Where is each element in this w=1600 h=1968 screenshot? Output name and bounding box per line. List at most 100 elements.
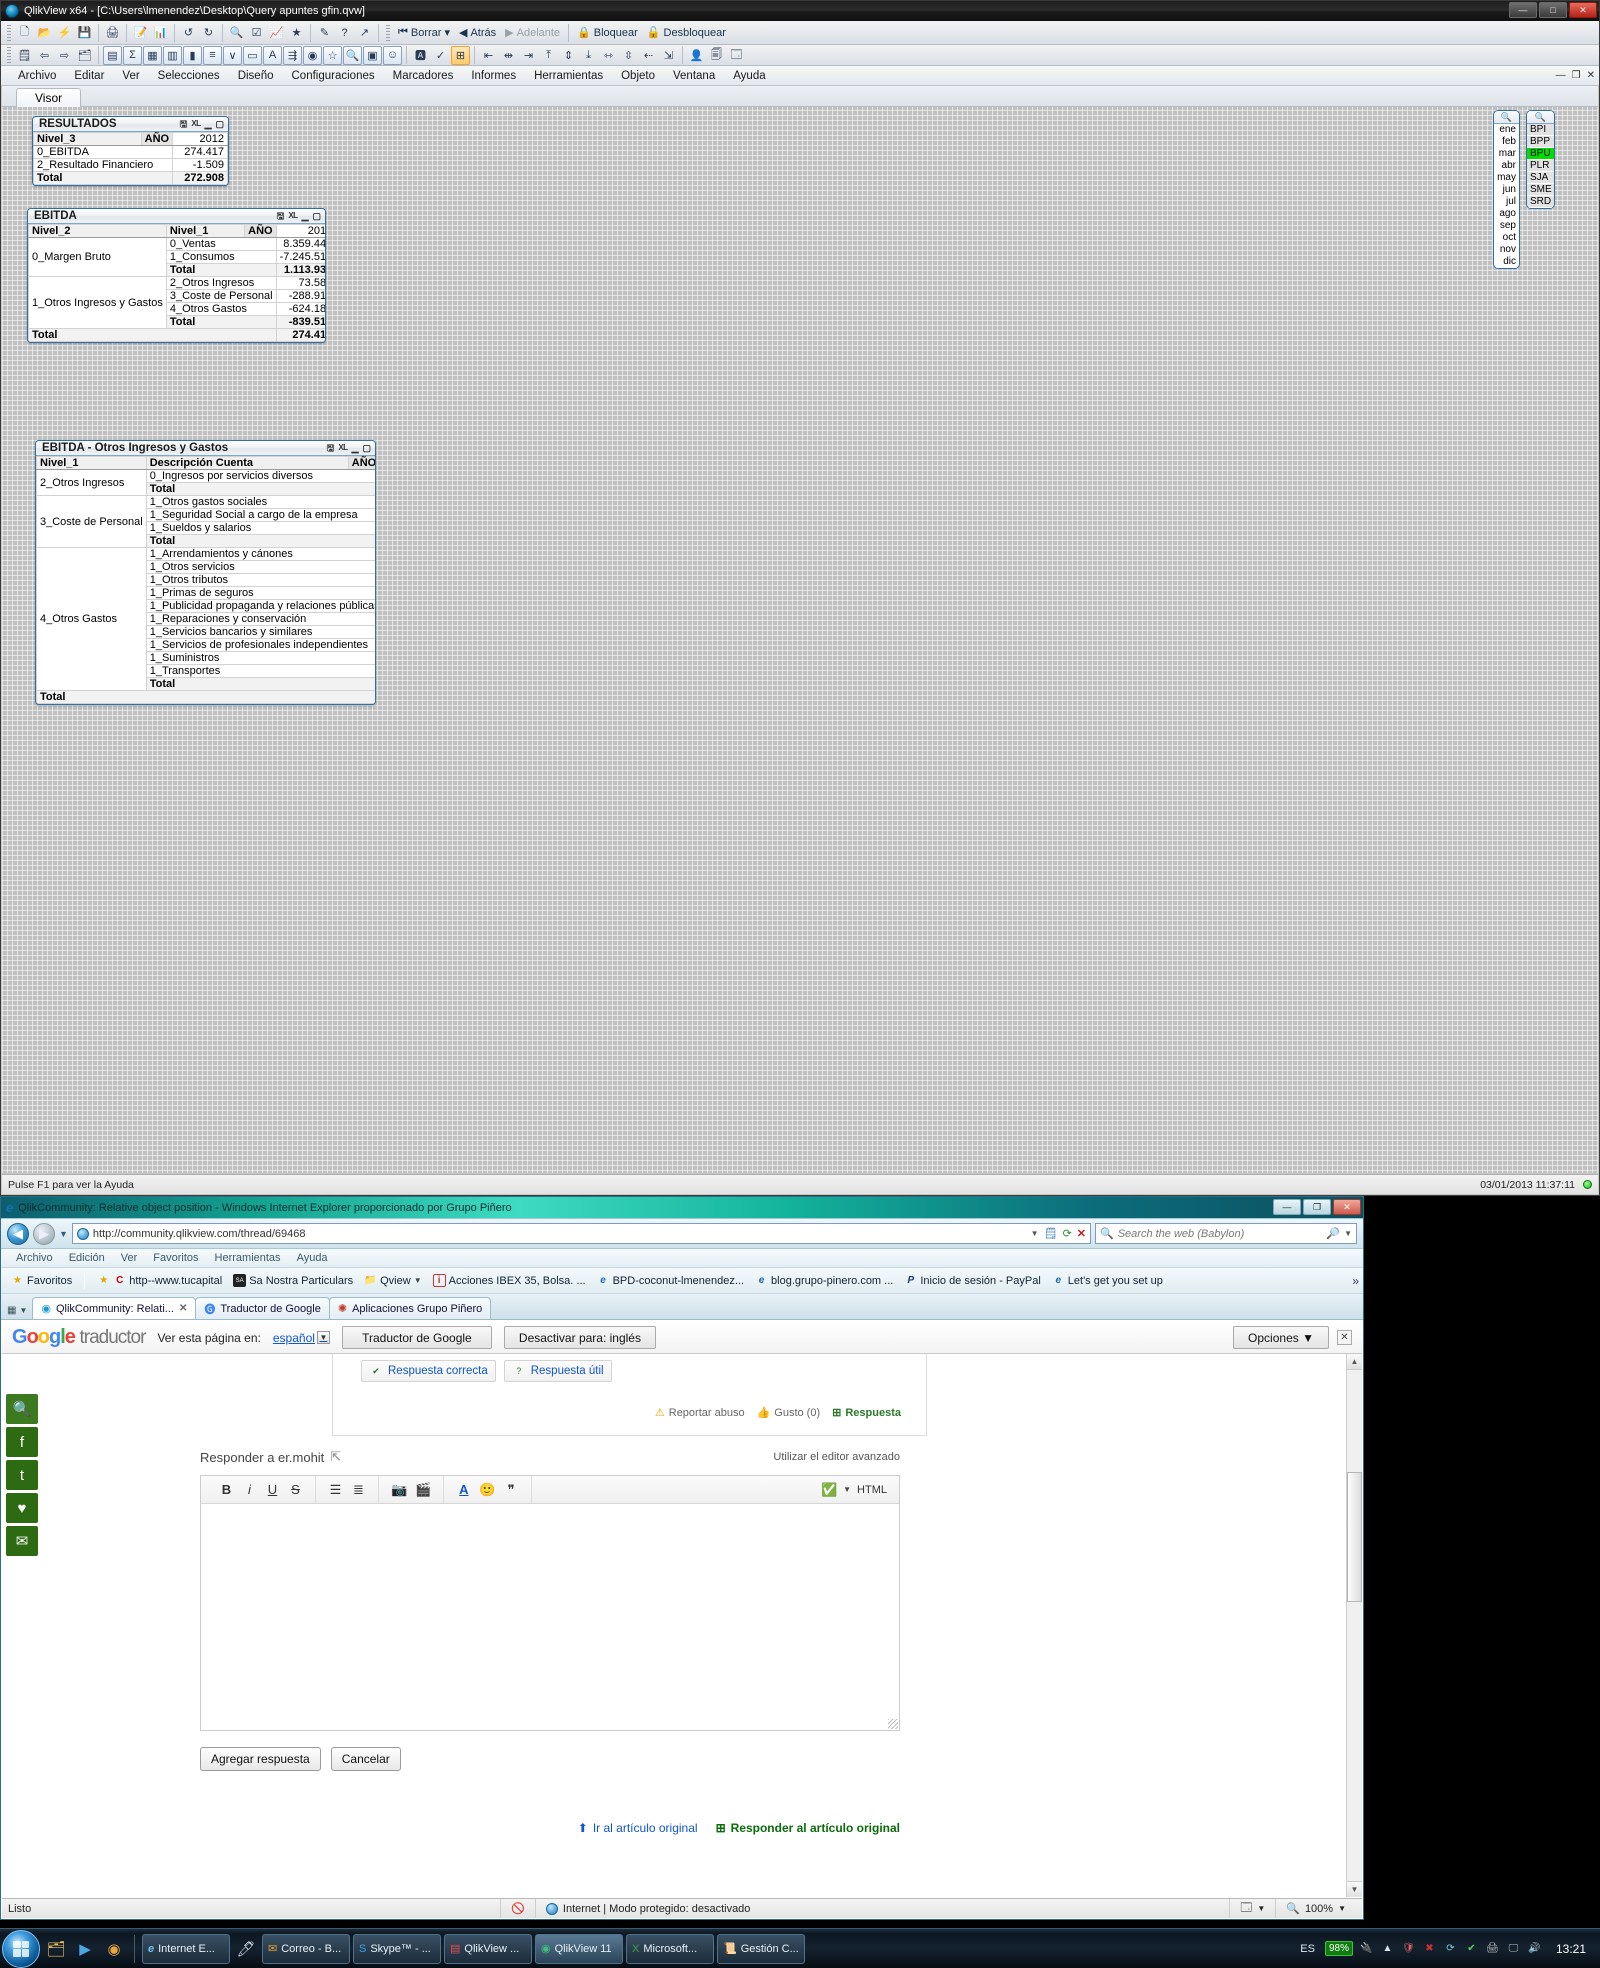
detalle-g2-row7-label[interactable]: 1_Servicios de profesionales independien…: [145, 638, 375, 652]
menu-editar[interactable]: Editar: [65, 70, 113, 82]
table-row[interactable]: 0_Margen Bruto 0_Ventas 8.359.445: [28, 237, 325, 277]
print-object-icon[interactable]: 🖫: [180, 119, 188, 129]
maximize-button[interactable]: □: [1539, 2, 1567, 18]
ie-menu-favoritos[interactable]: Favoritos: [146, 1252, 205, 1264]
listbox-meses[interactable]: 🔍 ene feb mar abr may jun jul ago sep oc…: [1493, 110, 1520, 269]
menu-selecciones[interactable]: Selecciones: [149, 70, 229, 82]
printer-icon[interactable]: 🖨: [1485, 1941, 1500, 1956]
back-icon[interactable]: ◀: [7, 1222, 29, 1245]
mdi-restore-icon[interactable]: ❐: [1572, 70, 1581, 81]
taskbar-item-internet-explorer[interactable]: e Internet E...: [142, 1933, 230, 1964]
reply-link[interactable]: ⊞ Respuesta: [832, 1406, 901, 1420]
volume-icon[interactable]: 🔊: [1527, 1941, 1542, 1956]
resultados-row-0-label[interactable]: 0_EBITDA: [33, 145, 174, 159]
spellcheck-dropdown-icon[interactable]: ▼: [843, 1485, 851, 1494]
detalle-group-0-name[interactable]: 2_Otros Ingresos: [36, 469, 147, 496]
battery-indicator[interactable]: 98%: [1324, 1941, 1353, 1956]
sync-icon[interactable]: ⟳: [1443, 1941, 1458, 1956]
new-listbox-icon[interactable]: ▤: [103, 45, 122, 65]
minimize-object-icon[interactable]: ▁: [302, 211, 309, 221]
detalle-g1-row1-label[interactable]: 1_Seguridad Social a cargo de la empresa: [145, 508, 375, 522]
sheet-properties-icon[interactable]: 🗂: [75, 46, 94, 65]
minimize-object-icon[interactable]: ▁: [205, 119, 212, 129]
activate-all-icon[interactable]: 🅰: [411, 46, 430, 65]
menu-ayuda[interactable]: Ayuda: [724, 70, 774, 82]
maximize-object-icon[interactable]: ▢: [312, 211, 321, 221]
favorite-item[interactable]: 📁 Qview ▼: [360, 1272, 425, 1289]
detalle-g2-row2-label[interactable]: 1_Otros tributos: [145, 573, 375, 587]
favorites-button[interactable]: ★ Favoritos: [7, 1272, 76, 1289]
listbox-item-dic[interactable]: dic: [1494, 256, 1519, 268]
like-link[interactable]: 👍 Gusto (0): [757, 1406, 821, 1420]
align-top-icon[interactable]: ⤒: [539, 46, 558, 65]
report-abuse-link[interactable]: ⚠ Reportar abuso: [655, 1406, 745, 1420]
ie-menu-ver[interactable]: Ver: [114, 1252, 145, 1264]
listbox-item-ene[interactable]: ene: [1494, 124, 1519, 136]
scrollbar-thumb[interactable]: [1347, 1472, 1362, 1602]
shield-ok-icon[interactable]: ✔: [1464, 1941, 1479, 1956]
new-sheet-icon[interactable]: 🗒: [15, 46, 34, 65]
new-table-box-icon[interactable]: ▦: [143, 45, 162, 65]
maximize-object-icon[interactable]: ▢: [215, 119, 224, 129]
compatibility-view-icon[interactable]: 🗒: [1044, 1227, 1058, 1240]
favorites-overflow-icon[interactable]: »: [1352, 1274, 1359, 1288]
menu-herramientas[interactable]: Herramientas: [525, 70, 612, 82]
language-selector[interactable]: español ▼: [273, 1331, 330, 1345]
email-share-icon[interactable]: ✉: [6, 1526, 38, 1556]
favorite-item[interactable]: e Let's get you set up: [1048, 1272, 1167, 1289]
new-text-object-icon[interactable]: A: [263, 45, 282, 65]
detalle-g2-row8-label[interactable]: 1_Suministros: [145, 651, 375, 665]
cleanup-icon[interactable]: ✓: [431, 46, 450, 65]
go-to-original-link[interactable]: ⬆ Ir al artículo original: [578, 1821, 698, 1835]
detalle-g2-row5-label[interactable]: 1_Reparaciones y conservación: [145, 612, 375, 626]
align-bottom-icon[interactable]: ⤓: [579, 46, 598, 65]
sheet-icon[interactable]: 🗐: [707, 46, 726, 65]
translate-options-button[interactable]: Opciones ▼: [1233, 1326, 1329, 1349]
space-across-icon[interactable]: ⇠: [639, 46, 658, 65]
show-hidden-icons[interactable]: ▲: [1380, 1941, 1395, 1956]
listbox-item-sme[interactable]: SME: [1527, 184, 1554, 196]
taskbar-item-extra-icon[interactable]: 🖊: [233, 1934, 259, 1964]
new-current-selections-icon[interactable]: ∨: [223, 45, 242, 65]
reply-to-original-link[interactable]: ⊞ Responder al artículo original: [716, 1821, 900, 1835]
design-grid-icon[interactable]: ✎: [315, 23, 334, 42]
object-resultados[interactable]: RESULTADOS 🖫 XL ▁ ▢ Nivel_3 AÑO 2012 0_E…: [32, 116, 229, 186]
menu-ver[interactable]: Ver: [113, 70, 148, 82]
help-icon[interactable]: ?: [335, 23, 354, 42]
collapse-icon[interactable]: ⇱: [330, 1449, 341, 1465]
disable-translate-button[interactable]: Desactivar para: inglés: [503, 1326, 656, 1349]
ebitda-caption-bar[interactable]: EBITDA 🖫 XL ▁ ▢: [28, 209, 325, 224]
lock-button[interactable]: 🔒 Bloquear: [573, 26, 642, 40]
back-button[interactable]: ◀ Atrás: [455, 26, 500, 40]
italic-icon[interactable]: i: [242, 1480, 257, 1500]
favorite-item[interactable]: ★ C http--www.tucapital: [93, 1272, 226, 1289]
ie-status-compat[interactable]: 🗔 ▼: [1229, 1899, 1275, 1918]
detalle-g2-row9-label[interactable]: 1_Transportes: [145, 664, 375, 678]
listbox-item-may[interactable]: may: [1494, 172, 1519, 184]
listbox-item-bpu[interactable]: BPU: [1527, 148, 1554, 160]
search-provider-dropdown-icon[interactable]: ▼: [1344, 1229, 1352, 1238]
search-input[interactable]: 🔍 Search the web (Babylon) 🔎 ▼: [1095, 1223, 1357, 1244]
ebitda-g0-row1-label[interactable]: 1_Consumos: [165, 250, 277, 264]
favorites-icon[interactable]: ★: [287, 23, 306, 42]
detalle-col-descripcion[interactable]: Descripción Cuenta: [145, 456, 349, 470]
strikethrough-icon[interactable]: S: [288, 1480, 303, 1500]
new-slider-icon[interactable]: ◉: [303, 45, 322, 65]
ie-tab-qlikcommunity[interactable]: ◉ QlikCommunity: Relati... ✕: [32, 1297, 197, 1319]
table-viewer-icon[interactable]: 📊: [151, 23, 170, 42]
export-to-excel-icon[interactable]: XL: [191, 120, 201, 128]
start-button[interactable]: [2, 1929, 40, 1968]
scroll-down-icon[interactable]: ▼: [1347, 1881, 1362, 1897]
bold-icon[interactable]: B: [219, 1480, 234, 1500]
ie-menu-ayuda[interactable]: Ayuda: [290, 1252, 335, 1264]
html-mode-button[interactable]: HTML: [857, 1484, 887, 1496]
ie-status-zone[interactable]: Internet | Modo protegido: desactivado: [534, 1899, 761, 1918]
menu-ventana[interactable]: Ventana: [664, 70, 724, 82]
detalle-g1-row0-label[interactable]: 1_Otros gastos sociales: [145, 495, 375, 509]
listbox-sociedades[interactable]: 🔍 BPI BPP BPU PLR SJA SME SRD: [1526, 110, 1555, 209]
export-to-excel-icon[interactable]: XL: [288, 212, 298, 220]
listbox-item-oct[interactable]: oct: [1494, 232, 1519, 244]
detalle-g2-row3-label[interactable]: 1_Primas de seguros: [145, 586, 375, 600]
scroll-up-icon[interactable]: ▲: [1347, 1354, 1362, 1370]
new-line-arrow-icon[interactable]: ⇶: [283, 45, 302, 65]
